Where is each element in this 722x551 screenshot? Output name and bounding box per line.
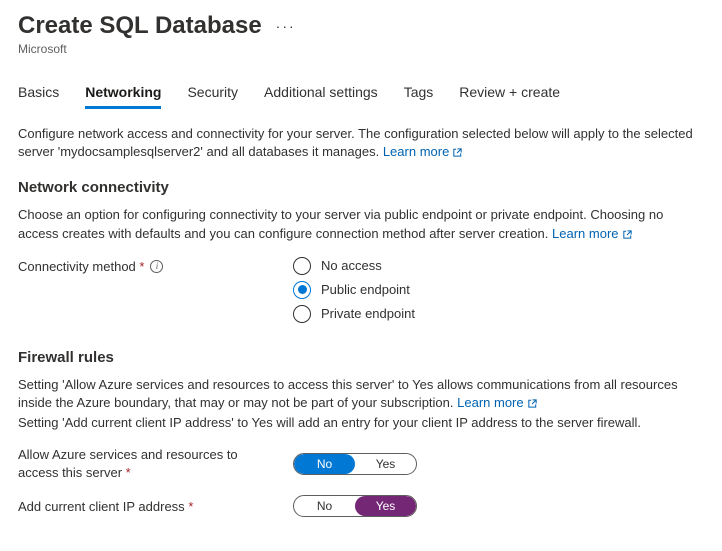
toggle-option-no[interactable]: No <box>294 454 355 474</box>
page-title: Create SQL Database <box>18 12 262 40</box>
tab-security[interactable]: Security <box>187 84 238 109</box>
connectivity-method-label: Connectivity method * i <box>18 257 293 274</box>
radio-selected-icon <box>293 281 311 299</box>
firewall-desc-1: Setting 'Allow Azure services and resour… <box>18 376 704 412</box>
networking-intro: Configure network access and connectivit… <box>18 125 704 161</box>
toggle-option-yes[interactable]: Yes <box>355 454 416 474</box>
network-connectivity-desc: Choose an option for configuring connect… <box>18 206 704 242</box>
allow-azure-services-toggle[interactable]: No Yes <box>293 453 417 475</box>
add-client-ip-label: Add current client IP address * <box>18 498 293 516</box>
external-link-icon <box>452 147 463 158</box>
tab-additional-settings[interactable]: Additional settings <box>264 84 378 109</box>
allow-azure-services-label: Allow Azure services and resources to ac… <box>18 446 293 481</box>
radio-no-access[interactable]: No access <box>293 257 415 275</box>
toggle-option-yes[interactable]: Yes <box>355 496 416 516</box>
firewall-learn-more-link[interactable]: Learn more <box>457 395 537 410</box>
network-learn-more-link[interactable]: Learn more <box>552 226 632 241</box>
external-link-icon <box>527 398 538 409</box>
add-client-ip-toggle[interactable]: No Yes <box>293 495 417 517</box>
more-actions-button[interactable]: ··· <box>276 18 296 34</box>
tab-networking[interactable]: Networking <box>85 84 161 109</box>
tab-tags[interactable]: Tags <box>404 84 434 109</box>
toggle-option-no[interactable]: No <box>294 496 355 516</box>
wizard-tabs: Basics Networking Security Additional se… <box>18 84 704 109</box>
radio-private-endpoint[interactable]: Private endpoint <box>293 305 415 323</box>
radio-public-endpoint[interactable]: Public endpoint <box>293 281 415 299</box>
firewall-rules-heading: Firewall rules <box>18 349 704 366</box>
external-link-icon <box>622 229 633 240</box>
tab-review-create[interactable]: Review + create <box>459 84 560 109</box>
network-connectivity-heading: Network connectivity <box>18 179 704 196</box>
publisher-label: Microsoft <box>18 42 704 56</box>
firewall-desc-2: Setting 'Add current client IP address' … <box>18 414 704 432</box>
radio-icon <box>293 305 311 323</box>
connectivity-method-radio-group: No access Public endpoint Private endpoi… <box>293 257 415 323</box>
tab-basics[interactable]: Basics <box>18 84 59 109</box>
radio-icon <box>293 257 311 275</box>
intro-learn-more-link[interactable]: Learn more <box>383 144 463 159</box>
info-icon[interactable]: i <box>150 260 163 273</box>
